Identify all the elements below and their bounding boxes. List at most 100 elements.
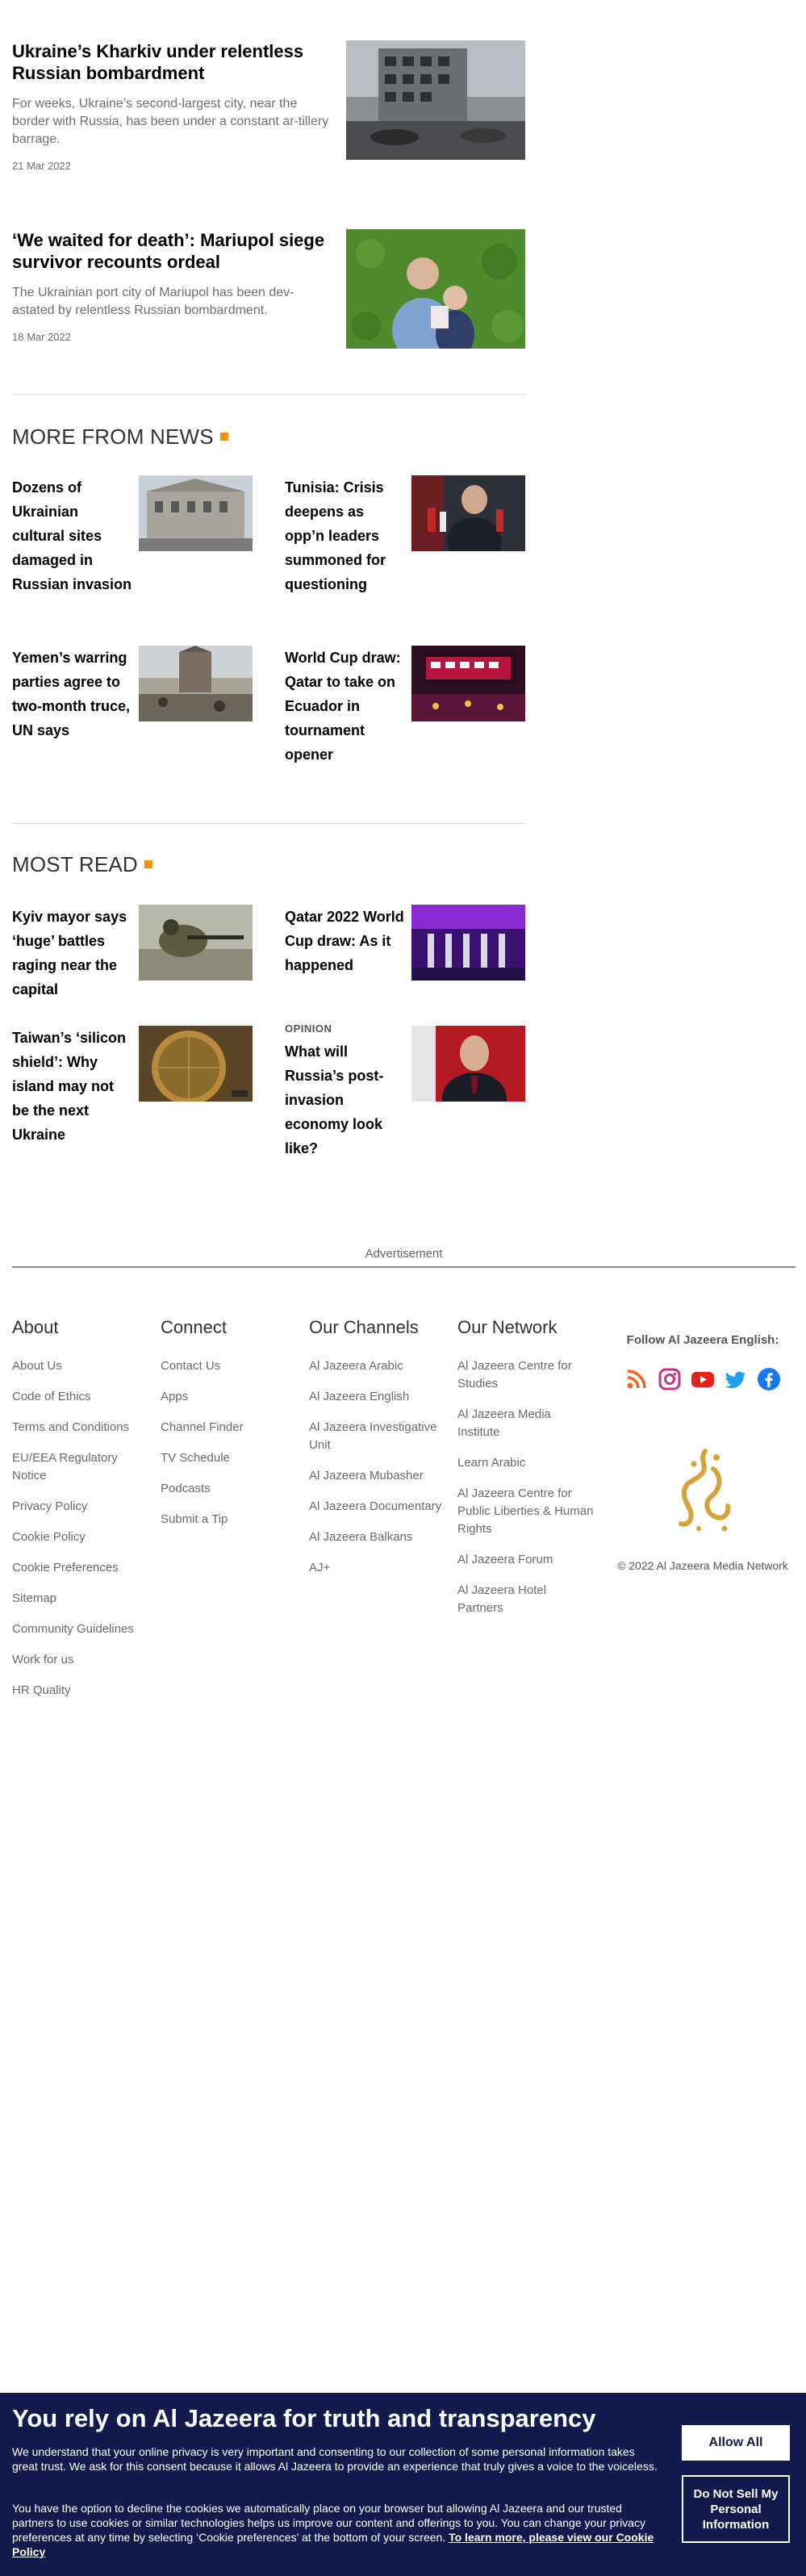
- footer-link[interactable]: Sitemap: [12, 1590, 149, 1608]
- card-headline[interactable]: What will Russia’s post-invasion economy…: [285, 1039, 406, 1160]
- footer-link[interactable]: Channel Finder: [161, 1419, 298, 1436]
- card-text: Qatar 2022 World Cup draw: As it happene…: [285, 905, 406, 977]
- footer-connect-links: Contact Us Apps Channel Finder TV Schedule P…: [161, 1357, 298, 1528]
- story-date: 18 Mar 2022: [12, 331, 71, 343]
- footer-link[interactable]: Work for us: [12, 1651, 149, 1669]
- accent-square-icon: [219, 433, 228, 441]
- footer-link[interactable]: Al Jazeera Balkans: [309, 1528, 446, 1546]
- footer-link[interactable]: AJ+: [309, 1559, 446, 1577]
- section-title-text: MORE FROM NEWS: [12, 424, 214, 449]
- story-card[interactable]: ‘We waited for death’: Mariupol siege su…: [12, 229, 525, 374]
- footer-link[interactable]: Cookie Policy: [12, 1528, 149, 1546]
- follow-section: Follow Al Jazeera English:: [609, 1332, 796, 1391]
- card-headline[interactable]: Yemen’s warring parties agree to two-mon…: [12, 646, 133, 742]
- story-image[interactable]: [346, 229, 525, 349]
- story-date: 21 Mar 2022: [12, 160, 71, 172]
- story-headline[interactable]: ‘We waited for death’: Mariupol siege su…: [12, 229, 335, 273]
- rss-icon[interactable]: [624, 1367, 649, 1391]
- card-text: Yemen’s warring parties agree to two-mon…: [12, 646, 133, 742]
- story-image[interactable]: [346, 40, 525, 160]
- footer-link[interactable]: HR Quality: [12, 1682, 149, 1700]
- footer-link[interactable]: Al Jazeera Mubasher: [309, 1467, 446, 1485]
- footer-channels-links: Al Jazeera Arabic Al Jazeera English Al Ja…: [309, 1357, 446, 1577]
- footer-link[interactable]: Al Jazeera Documentary: [309, 1498, 446, 1516]
- footer-link[interactable]: Al Jazeera Centre for Studies: [457, 1357, 595, 1393]
- footer-link[interactable]: Apps: [161, 1388, 298, 1406]
- more-from-news-title: MORE FROM NEWS: [12, 424, 228, 450]
- card-image[interactable]: [411, 905, 525, 981]
- facebook-icon[interactable]: [757, 1367, 781, 1391]
- youtube-icon[interactable]: [691, 1367, 715, 1391]
- allow-all-button[interactable]: Allow All: [682, 2425, 790, 2461]
- footer-link[interactable]: Al Jazeera Arabic: [309, 1357, 446, 1375]
- card-headline[interactable]: World Cup draw: Qatar to take on Ecuador…: [285, 646, 406, 767]
- footer-link[interactable]: TV Schedule: [161, 1449, 298, 1467]
- card-image[interactable]: [139, 475, 253, 551]
- follow-title: Follow Al Jazeera English:: [626, 1333, 779, 1347]
- footer-network-title: Our Network: [457, 1317, 558, 1337]
- card-headline[interactable]: Tunisia: Crisis deepens as opp’n leaders…: [285, 475, 406, 596]
- footer-connect: Connect Contact Us Apps Channel Finder TV S…: [161, 1317, 298, 1541]
- footer-link[interactable]: Submit a Tip: [161, 1511, 298, 1528]
- card-headline[interactable]: Dozens of Ukrainian cultural sites damag…: [12, 475, 133, 596]
- footer-channels: Our Channels Al Jazeera Arabic Al Jazeera…: [309, 1317, 446, 1590]
- card-image[interactable]: [411, 475, 525, 551]
- footer-network: Our Network Al Jazeera Centre for Studie…: [457, 1317, 595, 1630]
- footer-about-title: About: [12, 1317, 59, 1337]
- story-summary: The Ukrainian port city of Mariupol has …: [12, 286, 294, 317]
- footer-network-links: Al Jazeera Centre for Studies Al Jazeera …: [457, 1357, 595, 1617]
- card-text: Kyiv mayor says ‘huge’ battles raging ne…: [12, 905, 133, 1002]
- cookie-consent-banner: You rely on Al Jazeera for truth and tra…: [0, 2393, 806, 2576]
- consent-paragraph: We understand that your online privacy i…: [12, 2445, 658, 2473]
- footer-link[interactable]: Al Jazeera Centre for Public Liberties &…: [457, 1485, 595, 1538]
- advertisement-label: Advertisement: [365, 1247, 443, 1261]
- section-title-text: MOST READ: [12, 852, 138, 876]
- footer-link[interactable]: Al Jazeera Hotel Partners: [457, 1582, 595, 1617]
- footer-connect-title: Connect: [161, 1317, 227, 1337]
- advertisement-divider: [12, 1266, 796, 1268]
- story-text: ‘We waited for death’: Mariupol siege su…: [12, 229, 335, 343]
- card-headline[interactable]: Qatar 2022 World Cup draw: As it happene…: [285, 905, 406, 977]
- twitter-icon[interactable]: [724, 1367, 748, 1391]
- card-image[interactable]: [139, 1026, 253, 1102]
- footer-link[interactable]: Cookie Preferences: [12, 1559, 149, 1577]
- card-headline[interactable]: Kyiv mayor says ‘huge’ battles raging ne…: [12, 905, 133, 1002]
- copyright-text: © 2022 Al Jazeera Media Network: [617, 1559, 788, 1572]
- card-text: Taiwan’s ‘silicon shield’: Why island ma…: [12, 1026, 133, 1147]
- card-image[interactable]: [411, 1026, 525, 1102]
- footer-link[interactable]: Terms and Conditions: [12, 1419, 149, 1436]
- al-jazeera-logo-icon[interactable]: [666, 1445, 739, 1533]
- footer-link[interactable]: Al Jazeera Media Institute: [457, 1406, 595, 1441]
- footer-link[interactable]: Learn Arabic: [457, 1454, 595, 1472]
- footer-link[interactable]: Al Jazeera English: [309, 1388, 446, 1406]
- section-divider: [12, 823, 525, 824]
- card-image[interactable]: [411, 646, 525, 721]
- footer-about: About About Us Code of Ethics Terms and Co…: [12, 1317, 149, 1712]
- consent-paragraph: You have the option to decline the cooki…: [12, 2501, 658, 2559]
- instagram-icon[interactable]: [658, 1367, 682, 1391]
- story-card[interactable]: Ukraine’s Kharkiv under relentless Russi…: [12, 40, 525, 186]
- consent-title: You rely on Al Jazeera for truth and tra…: [12, 2404, 596, 2432]
- do-not-sell-button[interactable]: Do Not Sell My Personal Information: [682, 2475, 790, 2543]
- card-text: OPINION What will Russia’s post-invasion…: [285, 1022, 406, 1160]
- card-text: Dozens of Ukrainian cultural sites damag…: [12, 475, 133, 596]
- footer-link[interactable]: Podcasts: [161, 1480, 298, 1498]
- footer-link[interactable]: Community Guidelines: [12, 1620, 149, 1638]
- story-summary: For weeks, Ukraine’s second-largest city…: [12, 97, 329, 146]
- card-text: Tunisia: Crisis deepens as opp’n leaders…: [285, 475, 406, 596]
- section-divider: [12, 394, 525, 395]
- social-links: [609, 1367, 796, 1391]
- card-image[interactable]: [139, 905, 253, 981]
- footer-link[interactable]: Contact Us: [161, 1357, 298, 1375]
- most-read-title: MOST READ: [12, 852, 152, 877]
- card-image[interactable]: [139, 646, 253, 721]
- footer-link[interactable]: EU/EEA Regulatory Notice: [12, 1449, 149, 1485]
- card-headline[interactable]: Taiwan’s ‘silicon shield’: Why island ma…: [12, 1026, 133, 1147]
- footer-link[interactable]: Privacy Policy: [12, 1498, 149, 1516]
- story-headline[interactable]: Ukraine’s Kharkiv under relentless Russi…: [12, 40, 335, 84]
- accent-square-icon: [144, 860, 152, 869]
- footer-link[interactable]: Code of Ethics: [12, 1388, 149, 1406]
- footer-link[interactable]: Al Jazeera Forum: [457, 1551, 595, 1569]
- footer-link[interactable]: Al Jazeera Investigative Unit: [309, 1419, 446, 1454]
- footer-link[interactable]: About Us: [12, 1357, 149, 1375]
